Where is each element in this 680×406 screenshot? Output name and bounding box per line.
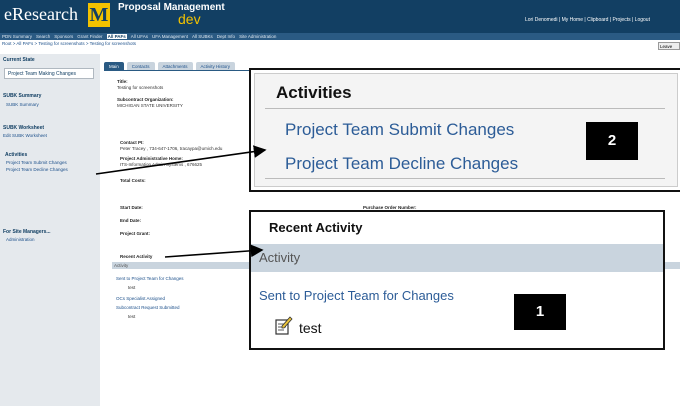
arrow-to-recent-activity-callout	[164, 244, 264, 258]
callout-arrows	[95, 145, 267, 258]
arrow-to-activities-callout	[95, 145, 267, 175]
